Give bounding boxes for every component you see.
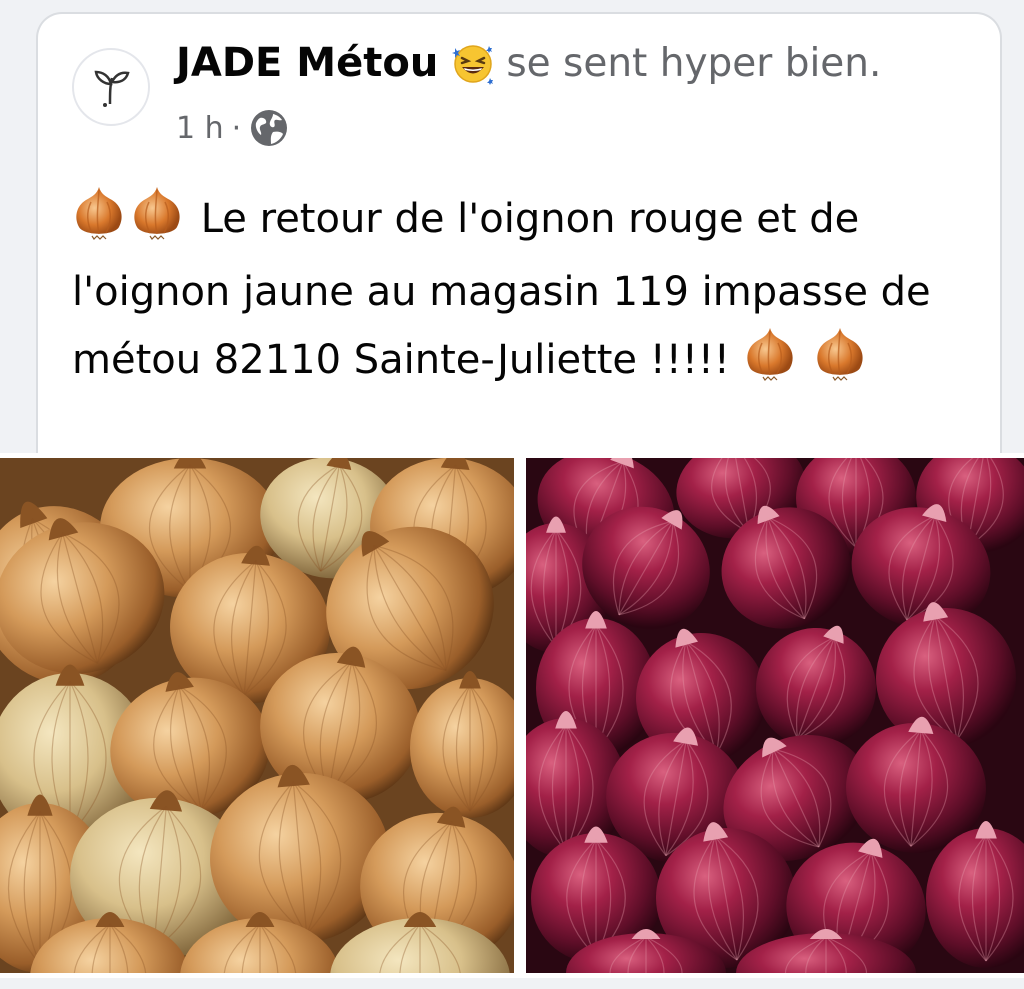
post-timestamp[interactable]: 1 h bbox=[176, 111, 224, 146]
post-header: JADE Métou se sent hyper bien. bbox=[176, 40, 881, 86]
onion-emoji-icon bbox=[130, 184, 184, 260]
onion-emoji-icon bbox=[813, 325, 867, 401]
post-message: Le retour de l'oignon rouge et de l'oign… bbox=[72, 184, 972, 401]
author-avatar[interactable] bbox=[72, 48, 150, 126]
laughing-face-emoji-icon bbox=[450, 40, 496, 86]
author-name[interactable]: JADE Métou bbox=[176, 40, 438, 86]
post-text-content: Le retour de l'oignon rouge et de l'oign… bbox=[72, 196, 931, 383]
meta-separator: · bbox=[231, 110, 242, 146]
globe-icon[interactable] bbox=[249, 108, 289, 148]
red-onions-photo[interactable] bbox=[526, 458, 1024, 973]
post-card: JADE Métou se sent hyper bien. 1 h · Le … bbox=[36, 12, 1002, 462]
onion-emoji-icon bbox=[743, 325, 797, 401]
feeling-status: se sent hyper bien. bbox=[506, 40, 882, 86]
sprout-logo-icon bbox=[94, 70, 130, 107]
post-photos bbox=[0, 453, 1024, 978]
yellow-onions-photo[interactable] bbox=[0, 458, 514, 973]
post-meta: 1 h · bbox=[176, 108, 289, 148]
onion-emoji-icon bbox=[72, 184, 126, 260]
